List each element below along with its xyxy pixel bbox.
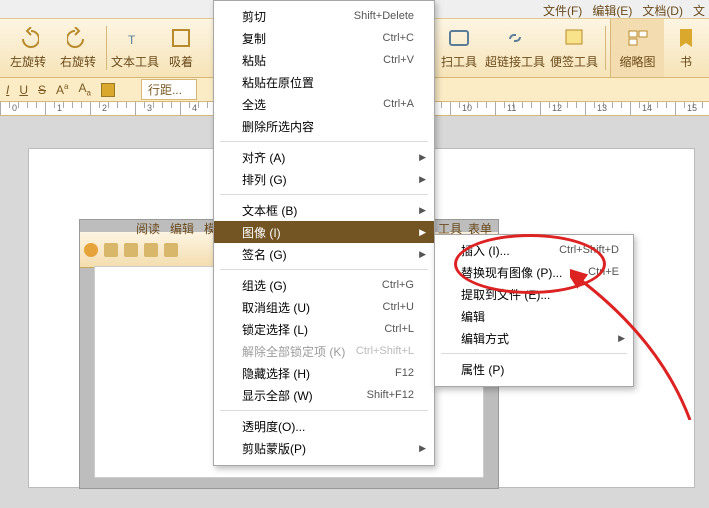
strike-button[interactable]: S xyxy=(38,83,46,97)
color-picker[interactable] xyxy=(101,83,115,97)
ctx-hide[interactable]: 隐藏选择 (H)F12 xyxy=(214,362,434,384)
divider xyxy=(220,141,428,142)
context-menu: 剪切Shift+Delete 复制Ctrl+C 粘贴Ctrl+V 粘贴在原位置 … xyxy=(213,0,435,466)
superscript-button[interactable]: Aa xyxy=(56,82,68,97)
tool-label: 超链接工具 xyxy=(485,53,545,70)
rotate-left-tool[interactable]: 左旋转 xyxy=(4,19,52,77)
ctx-select-all[interactable]: 全选Ctrl+A xyxy=(214,93,434,115)
ctx-copy[interactable]: 复制Ctrl+C xyxy=(214,27,434,49)
tool-label: 右旋转 xyxy=(60,53,96,70)
sub-edit[interactable]: 编辑 xyxy=(435,305,633,327)
ctx-unlock: 解除全部锁定项 (K)Ctrl+Shift+L xyxy=(214,340,434,362)
underline-button[interactable]: U xyxy=(19,83,28,97)
rotate-left-icon xyxy=(17,27,39,49)
sub-properties[interactable]: 属性 (P) xyxy=(435,358,633,380)
ctx-ungroup[interactable]: 取消组选 (U)Ctrl+U xyxy=(214,296,434,318)
image-submenu: 插入 (I)...Ctrl+Shift+D 替换现有图像 (P)...Ctrl+… xyxy=(434,234,634,387)
emb-tool xyxy=(164,243,178,257)
ctx-textbox[interactable]: 文本框 (B)▶ xyxy=(214,199,434,221)
divider xyxy=(220,194,428,195)
hyperlink-tool[interactable]: 超链接工具 xyxy=(485,19,545,77)
divider xyxy=(220,269,428,270)
ctx-cut[interactable]: 剪切Shift+Delete xyxy=(214,5,434,27)
bookmark-tool[interactable]: 书 xyxy=(666,19,706,77)
subscript-button[interactable]: Aa xyxy=(79,81,91,97)
ctx-image[interactable]: 图像 (I)▶ xyxy=(214,221,434,243)
emb-tool xyxy=(124,243,138,257)
tool-label: 扫工具 xyxy=(441,53,477,70)
emb-tool xyxy=(144,243,158,257)
emb-tool xyxy=(84,243,98,257)
tool-label: 文本工具 xyxy=(111,53,159,70)
emb-tab: 阅读 xyxy=(136,220,160,237)
ctx-show-all[interactable]: 显示全部 (W)Shift+F12 xyxy=(214,384,434,406)
tool-label: 缩略图 xyxy=(619,53,655,70)
emb-tab: 编辑 xyxy=(170,220,194,237)
ctx-opacity[interactable]: 透明度(O)... xyxy=(214,415,434,437)
note-tool[interactable]: 便签工具 xyxy=(547,19,601,77)
svg-text:T: T xyxy=(128,33,136,47)
tool-label: 书 xyxy=(680,53,692,70)
tool-label: 便签工具 xyxy=(550,53,598,70)
separator xyxy=(605,26,606,70)
book-icon xyxy=(675,27,697,49)
tool-label: 左旋转 xyxy=(10,53,46,70)
thumbnail-tool[interactable]: 缩略图 xyxy=(610,19,664,77)
rotate-right-icon xyxy=(67,27,89,49)
ctx-paste-in-place[interactable]: 粘贴在原位置 xyxy=(214,71,434,93)
text-tool[interactable]: T 文本工具 xyxy=(111,19,159,77)
menu-file[interactable]: 文件(F) xyxy=(543,2,582,19)
rotate-right-tool[interactable]: 右旋转 xyxy=(54,19,102,77)
snap-icon xyxy=(170,27,192,49)
menu-doc[interactable]: 文档(D) xyxy=(642,2,683,19)
tool-label: 吸着 xyxy=(169,53,193,70)
ctx-delete-selection[interactable]: 删除所选内容 xyxy=(214,115,434,137)
separator xyxy=(106,26,107,70)
sub-insert[interactable]: 插入 (I)...Ctrl+Shift+D xyxy=(435,239,633,261)
note-icon xyxy=(563,27,585,49)
thumbnail-icon xyxy=(627,27,649,49)
emb-tool xyxy=(104,243,118,257)
ctx-group[interactable]: 组选 (G)Ctrl+G xyxy=(214,274,434,296)
ctx-lock[interactable]: 锁定选择 (L)Ctrl+L xyxy=(214,318,434,340)
line-spacing-dropdown[interactable]: 行距... xyxy=(141,79,197,100)
sub-edit-mode[interactable]: 编辑方式▶ xyxy=(435,327,633,349)
snap-tool[interactable]: 吸着 xyxy=(161,19,201,77)
form-icon xyxy=(448,27,470,49)
sub-extract[interactable]: 提取到文件 (E)... xyxy=(435,283,633,305)
text-icon: T xyxy=(124,27,146,49)
divider xyxy=(441,353,627,354)
ctx-align[interactable]: 对齐 (A)▶ xyxy=(214,146,434,168)
link-icon xyxy=(504,27,526,49)
ctx-clipping-mask[interactable]: 剪贴蒙版(P)▶ xyxy=(214,437,434,459)
menu-more[interactable]: 文 xyxy=(693,2,705,19)
menu-edit[interactable]: 编辑(E) xyxy=(592,2,632,19)
sub-replace[interactable]: 替换现有图像 (P)...Ctrl+E xyxy=(435,261,633,283)
ctx-sign[interactable]: 签名 (G)▶ xyxy=(214,243,434,265)
divider xyxy=(220,410,428,411)
italic-button[interactable]: I xyxy=(6,83,9,97)
ctx-paste[interactable]: 粘贴Ctrl+V xyxy=(214,49,434,71)
form-tool[interactable]: 扫工具 xyxy=(435,19,483,77)
ctx-arrange[interactable]: 排列 (G)▶ xyxy=(214,168,434,190)
